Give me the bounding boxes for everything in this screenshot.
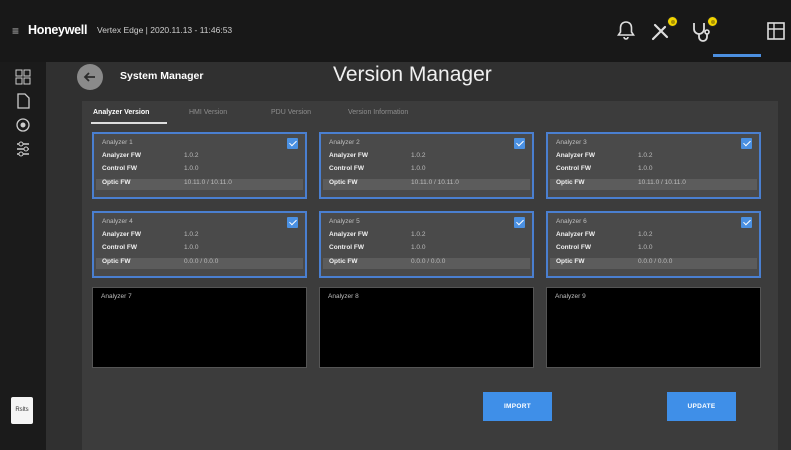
label: Control FW xyxy=(556,165,592,172)
label: Optic FW xyxy=(329,179,358,186)
label: Optic FW xyxy=(329,258,358,265)
analyzer-name: Analyzer 9 xyxy=(555,293,586,300)
label: Optic FW xyxy=(102,179,131,186)
analyzer-card[interactable]: Analyzer 3 Analyzer FW 1.0.2 Control FW 1.… xyxy=(546,132,761,199)
analyzer-card[interactable]: Analyzer 2 Analyzer FW 1.0.2 Control FW 1.… xyxy=(319,132,534,199)
value: 0.0.0 / 0.0.0 xyxy=(411,258,446,265)
label: Optic FW xyxy=(102,258,131,265)
value: 1.0.0 xyxy=(184,244,199,251)
update-button[interactable]: UPDATE xyxy=(667,392,736,421)
value: 1.0.2 xyxy=(411,152,426,159)
analyzer-card[interactable]: Analyzer 4 Analyzer FW 1.0.2 Control FW 1.… xyxy=(92,211,307,278)
select-checkbox[interactable] xyxy=(741,217,752,228)
import-button[interactable]: IMPORT xyxy=(483,392,552,421)
alert-badge xyxy=(667,16,678,27)
analyzer-card[interactable]: Analyzer 5 Analyzer FW 1.0.2 Control FW 1.… xyxy=(319,211,534,278)
active-indicator xyxy=(713,54,761,57)
analyzer-name: Analyzer 6 xyxy=(556,218,587,225)
value: 1.0.2 xyxy=(411,231,426,238)
value: 1.0.0 xyxy=(638,165,653,172)
value: 1.0.0 xyxy=(638,244,653,251)
label: Control FW xyxy=(102,165,138,172)
label: Control FW xyxy=(329,244,365,251)
analyzer-name: Analyzer 1 xyxy=(102,139,133,146)
left-rail: Rslts xyxy=(0,62,46,450)
active-tab-underline xyxy=(91,122,167,124)
value: 1.0.2 xyxy=(638,152,653,159)
value: 1.0.0 xyxy=(411,165,426,172)
back-button[interactable] xyxy=(77,64,103,90)
select-checkbox[interactable] xyxy=(287,217,298,228)
value: 0.0.0 / 0.0.0 xyxy=(638,258,673,265)
label: Optic FW xyxy=(556,179,585,186)
system-info: Vertex Edge | 2020.11.13 - 11:46:53 xyxy=(97,25,233,35)
settings-icon[interactable] xyxy=(13,140,33,158)
tools-icon[interactable] xyxy=(648,16,678,44)
label: Analyzer FW xyxy=(102,231,142,238)
value: 1.0.2 xyxy=(638,231,653,238)
brand-logo: Honeywell xyxy=(28,23,88,37)
label: Control FW xyxy=(329,165,365,172)
value: 10.11.0 / 10.11.0 xyxy=(411,179,459,186)
value: 1.0.2 xyxy=(184,231,199,238)
value: 10.11.0 / 10.11.0 xyxy=(184,179,232,186)
bell-icon[interactable] xyxy=(613,18,639,44)
section-title: System Manager xyxy=(120,70,204,82)
document-icon[interactable] xyxy=(13,92,33,110)
arrow-left-icon xyxy=(83,72,95,82)
top-bar: ≡ Honeywell Vertex Edge | 2020.11.13 - 1… xyxy=(0,0,791,62)
shield-icon[interactable] xyxy=(13,116,33,134)
panel-icon[interactable] xyxy=(765,18,791,44)
tab-pdu-version[interactable]: PDU Version xyxy=(271,109,311,116)
value: 0.0.0 / 0.0.0 xyxy=(184,258,219,265)
results-document-icon[interactable]: Rslts xyxy=(11,397,33,424)
label: Analyzer FW xyxy=(102,152,142,159)
analyzer-card-empty[interactable]: Analyzer 9 xyxy=(546,287,761,368)
tab-hmi-version[interactable]: HMI Version xyxy=(189,109,227,116)
grid-icon[interactable] xyxy=(13,68,33,86)
value: 1.0.2 xyxy=(184,152,199,159)
select-checkbox[interactable] xyxy=(514,138,525,149)
tab-bar: Analyzer Version HMI Version PDU Version… xyxy=(82,101,778,125)
analyzer-card-empty[interactable]: Analyzer 7 xyxy=(92,287,307,368)
label: Analyzer FW xyxy=(556,231,596,238)
analyzer-name: Analyzer 2 xyxy=(329,139,360,146)
label: Analyzer FW xyxy=(329,231,369,238)
select-checkbox[interactable] xyxy=(287,138,298,149)
tab-analyzer-version[interactable]: Analyzer Version xyxy=(93,109,149,116)
label: Optic FW xyxy=(556,258,585,265)
alert-badge xyxy=(707,16,718,27)
analyzer-name: Analyzer 7 xyxy=(101,293,132,300)
analyzer-name: Analyzer 5 xyxy=(329,218,360,225)
analyzer-name: Analyzer 4 xyxy=(102,218,133,225)
label: Control FW xyxy=(556,244,592,251)
tab-version-information[interactable]: Version Information xyxy=(348,109,408,116)
select-checkbox[interactable] xyxy=(514,217,525,228)
page-title: Version Manager xyxy=(333,63,492,86)
label: Control FW xyxy=(102,244,138,251)
analyzer-card[interactable]: Analyzer 6 Analyzer FW 1.0.2 Control FW 1.… xyxy=(546,211,761,278)
label: Analyzer FW xyxy=(556,152,596,159)
value: 1.0.0 xyxy=(411,244,426,251)
analyzer-name: Analyzer 3 xyxy=(556,139,587,146)
select-checkbox[interactable] xyxy=(741,138,752,149)
analyzer-name: Analyzer 8 xyxy=(328,293,359,300)
label: Analyzer FW xyxy=(329,152,369,159)
value: 10.11.0 / 10.11.0 xyxy=(638,179,686,186)
menu-icon[interactable]: ≡ xyxy=(12,24,19,38)
stethoscope-icon[interactable] xyxy=(688,16,718,44)
value: 1.0.0 xyxy=(184,165,199,172)
analyzer-card[interactable]: Analyzer 1 Analyzer FW 1.0.2 Control FW 1.… xyxy=(92,132,307,199)
analyzer-card-empty[interactable]: Analyzer 8 xyxy=(319,287,534,368)
